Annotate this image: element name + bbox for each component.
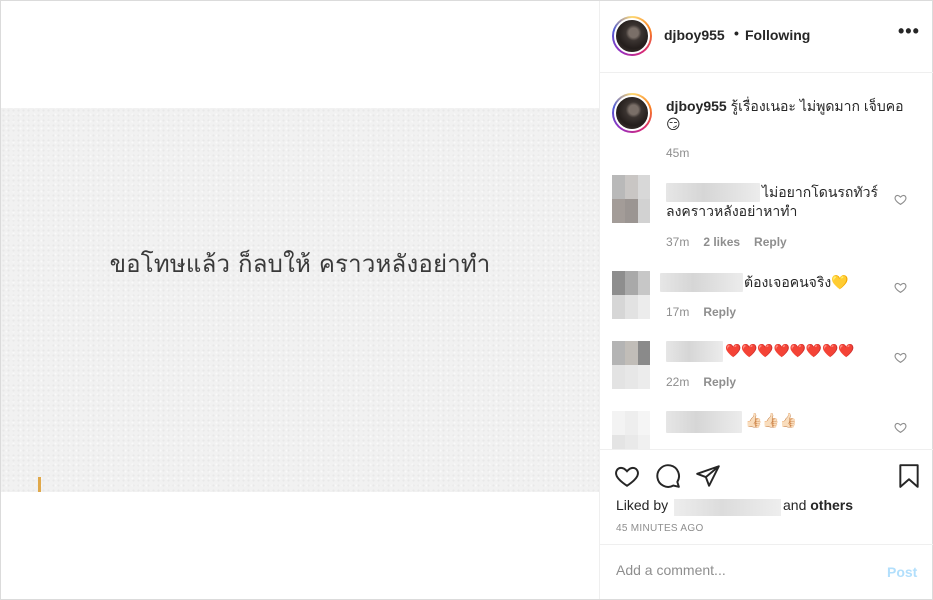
heart-icon[interactable] [894,281,907,294]
header-username[interactable]: djboy955 [664,27,725,43]
comments-list[interactable]: djboy955 รู้เรื่องเนอะ ไม่พูดมาก เจ็บคอ … [600,73,933,449]
avatar[interactable] [612,16,652,56]
post-comment-button[interactable]: Post [887,564,917,580]
caption-username[interactable]: djboy955 [666,98,727,114]
comment-bubble-icon[interactable] [655,463,681,489]
comment-avatar-blurred[interactable] [612,271,650,319]
caption-time[interactable]: 45m [666,146,689,160]
liked-by-others[interactable]: and others [783,497,853,513]
post-side-panel: djboy955 • Following ••• djboy955 รู้เรื… [599,1,933,599]
more-options-icon[interactable]: ••• [898,21,920,42]
comment-meta: 37m 2 likes Reply [666,235,787,249]
comment-time[interactable]: 22m [666,375,689,389]
liked-by-label: Liked by [616,497,669,513]
comment-meta: 22m Reply [666,375,736,389]
share-paper-plane-icon[interactable] [695,463,721,489]
comment-avatar-blurred[interactable] [612,175,650,223]
comment-time[interactable]: 17m [666,305,689,319]
comment-time[interactable]: 37m [666,235,689,249]
like-heart-icon[interactable] [614,463,640,489]
redacted-liker [674,499,781,516]
following-button[interactable]: Following [745,27,810,43]
heart-icon[interactable] [894,351,907,364]
post-image-text: ขอโทษแล้ว ก็ลบให้ คราวหลังอย่าทำ [109,250,491,278]
comment-text: ❤️❤️❤️❤️❤️❤️❤️❤️ [725,343,855,358]
reply-button[interactable]: Reply [703,305,736,319]
add-comment-input[interactable] [616,562,876,578]
comment-text: 👍🏻👍🏻👍🏻 [745,412,798,428]
redacted-username [666,341,723,362]
heart-icon[interactable] [894,421,907,434]
comment-avatar-blurred[interactable] [612,341,650,389]
post-actions: Liked by and others 45 MINUTES AGO [600,449,933,544]
post-media: ขอโทษแล้ว ก็ลบให้ คราวหลังอย่าทำ [1,1,599,599]
add-comment-bar: Post [600,544,933,599]
reply-button[interactable]: Reply [754,235,787,249]
comment-text: ต้องเจอคนจริง💛 [744,274,849,290]
redacted-username [660,273,743,292]
heart-icon[interactable] [894,193,907,206]
post-header: djboy955 • Following ••• [600,1,933,73]
image-accent-mark [38,477,41,492]
post-time-ago[interactable]: 45 MINUTES AGO [616,523,704,534]
reply-button[interactable]: Reply [703,375,736,389]
comment-avatar-blurred[interactable] [612,411,650,449]
caption-avatar[interactable] [612,93,652,133]
comment-likes[interactable]: 2 likes [703,235,740,249]
redacted-username [666,411,742,433]
caption: djboy955 รู้เรื่องเนอะ ไม่พูดมาก เจ็บคอ … [666,97,916,133]
save-bookmark-icon[interactable] [896,463,922,489]
comment-text: ไม่อยากโดนรถทัวร์ลงคราวหลังอย่าหาทำ [666,184,879,219]
comment-meta: 17m Reply [666,305,736,319]
post-image[interactable]: ขอโทษแล้ว ก็ลบให้ คราวหลังอย่าทำ [1,108,599,492]
header-separator: • [734,25,739,41]
